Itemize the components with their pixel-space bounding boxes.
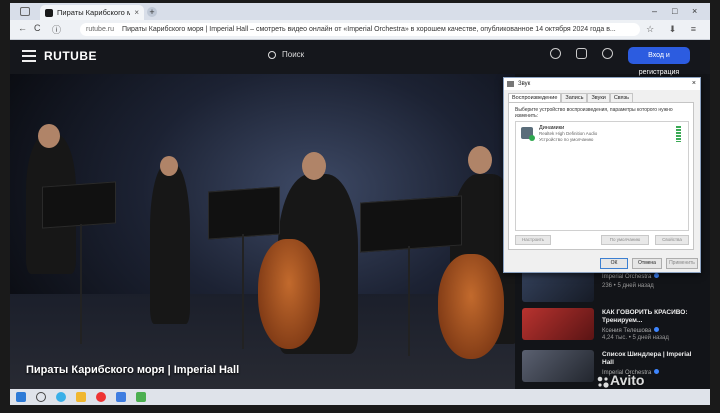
cello: [258, 239, 320, 349]
site-info-icon[interactable]: ⓘ: [52, 23, 61, 36]
settings-icon[interactable]: [602, 48, 613, 59]
dialog-titlebar: Звук ×: [504, 78, 700, 90]
url-field[interactable]: rutube.ru Пираты Карибского моря | Imperi…: [80, 23, 640, 36]
default-check-icon: [529, 135, 535, 141]
ok-button[interactable]: ОК: [600, 258, 628, 269]
sound-dialog: Звук × Воспроизведение Запись Звуки Связ…: [503, 77, 701, 273]
video-card-meta: 236 • 5 дней назад: [602, 283, 654, 289]
stand-pole: [408, 246, 410, 356]
cortana-icon[interactable]: [56, 392, 66, 402]
set-default-button[interactable]: По умолчанию: [601, 235, 649, 245]
music-stand: [208, 186, 280, 240]
browser-tab[interactable]: Пираты Карибского моря | Imperial Hall ×: [40, 5, 144, 20]
device-driver: Realtek High Definition Audio: [539, 131, 598, 136]
site-header: RUTUBE Поиск Вход и регистрация: [10, 40, 710, 76]
address-bar: ← C ⓘ rutube.ru Пираты Карибского моря | …: [10, 20, 710, 40]
back-icon[interactable]: ←: [18, 23, 27, 33]
avito-logo-icon: [597, 376, 609, 388]
upload-icon[interactable]: [550, 48, 561, 59]
device-list: Динамики Realtek High Definition Audio У…: [515, 121, 689, 231]
video-card-title: КАК ГОВОРИТЬ КРАСИВО: Тренируем...: [602, 309, 688, 324]
app-icon[interactable]: [136, 392, 146, 402]
musician-head: [302, 152, 326, 180]
apply-button[interactable]: Применить: [666, 258, 698, 269]
rutube-logo[interactable]: RUTUBE: [44, 49, 97, 63]
minimize-icon[interactable]: –: [652, 6, 657, 16]
maximize-icon[interactable]: □: [672, 6, 677, 16]
properties-button[interactable]: Свойства: [655, 235, 689, 245]
file-explorer-icon[interactable]: [76, 392, 86, 402]
tab-title: Пираты Карибского моря | Imperial Hall: [57, 8, 131, 17]
login-button[interactable]: Вход и регистрация: [628, 47, 690, 76]
verified-icon: [654, 273, 660, 278]
url-domain: rutube.ru: [86, 26, 115, 33]
tab-playback[interactable]: Воспроизведение: [508, 93, 562, 102]
tab-communications[interactable]: Связь: [609, 93, 634, 102]
music-stand: [42, 181, 116, 229]
cello: [438, 254, 504, 359]
musician-head: [160, 156, 178, 176]
list-item[interactable]: Imperial Orchestra 236 • 5 дней назад: [518, 270, 708, 304]
dialog-body: Выберите устройство воспроизведения, пар…: [508, 102, 694, 250]
device-status: Устройство по умолчанию: [539, 137, 594, 142]
windows-taskbar: [10, 389, 710, 405]
video-card-author: Ксения Телешова: [602, 327, 660, 334]
configure-button[interactable]: Настроить: [515, 235, 551, 245]
musician-head: [38, 124, 60, 148]
video-card-author: Imperial Orchestra: [602, 273, 660, 280]
tab-strip: Пираты Карибского моря | Imperial Hall ×…: [10, 3, 710, 20]
tab-sounds[interactable]: Звуки: [587, 93, 610, 102]
close-window-icon[interactable]: ×: [692, 6, 697, 16]
dialog-description: Выберите устройство воспроизведения, пар…: [515, 107, 673, 119]
close-tab-icon[interactable]: ×: [134, 8, 139, 17]
verified-icon: [654, 327, 660, 332]
volume-meter: [676, 126, 681, 142]
speaker-icon: [507, 81, 514, 87]
verified-icon: [654, 369, 660, 374]
new-tab-button[interactable]: +: [147, 7, 157, 17]
yandex-browser-icon[interactable]: [96, 392, 106, 402]
reload-icon[interactable]: C: [34, 23, 41, 33]
toolbar-icons[interactable]: ☆ ⬇ ≡: [646, 24, 702, 35]
cancel-button[interactable]: Отмена: [632, 258, 662, 269]
musician-head: [468, 146, 492, 174]
video-thumbnail[interactable]: [522, 308, 594, 340]
stand-pole: [242, 234, 244, 349]
notifications-icon[interactable]: [576, 48, 587, 59]
video-thumbnail[interactable]: [522, 270, 594, 302]
tab-recording[interactable]: Запись: [561, 93, 588, 102]
video-thumbnail[interactable]: [522, 350, 594, 382]
video-title: Пираты Карибского моря | Imperial Hall: [26, 364, 240, 376]
screen: Пираты Карибского моря | Imperial Hall ×…: [10, 3, 710, 405]
close-dialog-icon[interactable]: ×: [692, 78, 696, 90]
search-label: Поиск: [282, 50, 305, 59]
app-icon[interactable]: [116, 392, 126, 402]
stand-pole: [80, 224, 82, 344]
avito-watermark: Avito: [610, 372, 645, 388]
search-button[interactable]: Поиск: [268, 50, 304, 59]
search-icon: [268, 50, 276, 59]
device-speakers[interactable]: Динамики Realtek High Definition Audio У…: [519, 125, 685, 143]
start-icon[interactable]: [16, 392, 26, 402]
video-card-title: Список Шиндлера | Imperial Hall: [602, 351, 692, 366]
music-stand: [360, 195, 462, 253]
list-item[interactable]: КАК ГОВОРИТЬ КРАСИВО: Тренируем... Ксени…: [518, 308, 708, 342]
tab-actions-icon[interactable]: [20, 7, 30, 16]
search-icon[interactable]: [36, 392, 46, 402]
video-player[interactable]: Пираты Карибского моря | Imperial Hall: [10, 74, 515, 404]
musician: [150, 164, 190, 324]
hamburger-menu-icon[interactable]: [22, 50, 36, 62]
url-page-title: Пираты Карибского моря | Imperial Hall –…: [122, 26, 616, 33]
dialog-title: Звук: [518, 81, 531, 87]
video-card-meta: 4,24 тыс. • 5 дней назад: [602, 335, 669, 341]
dialog-tabs: Воспроизведение Запись Звуки Связь: [508, 93, 634, 102]
rutube-favicon-icon: [45, 8, 53, 17]
